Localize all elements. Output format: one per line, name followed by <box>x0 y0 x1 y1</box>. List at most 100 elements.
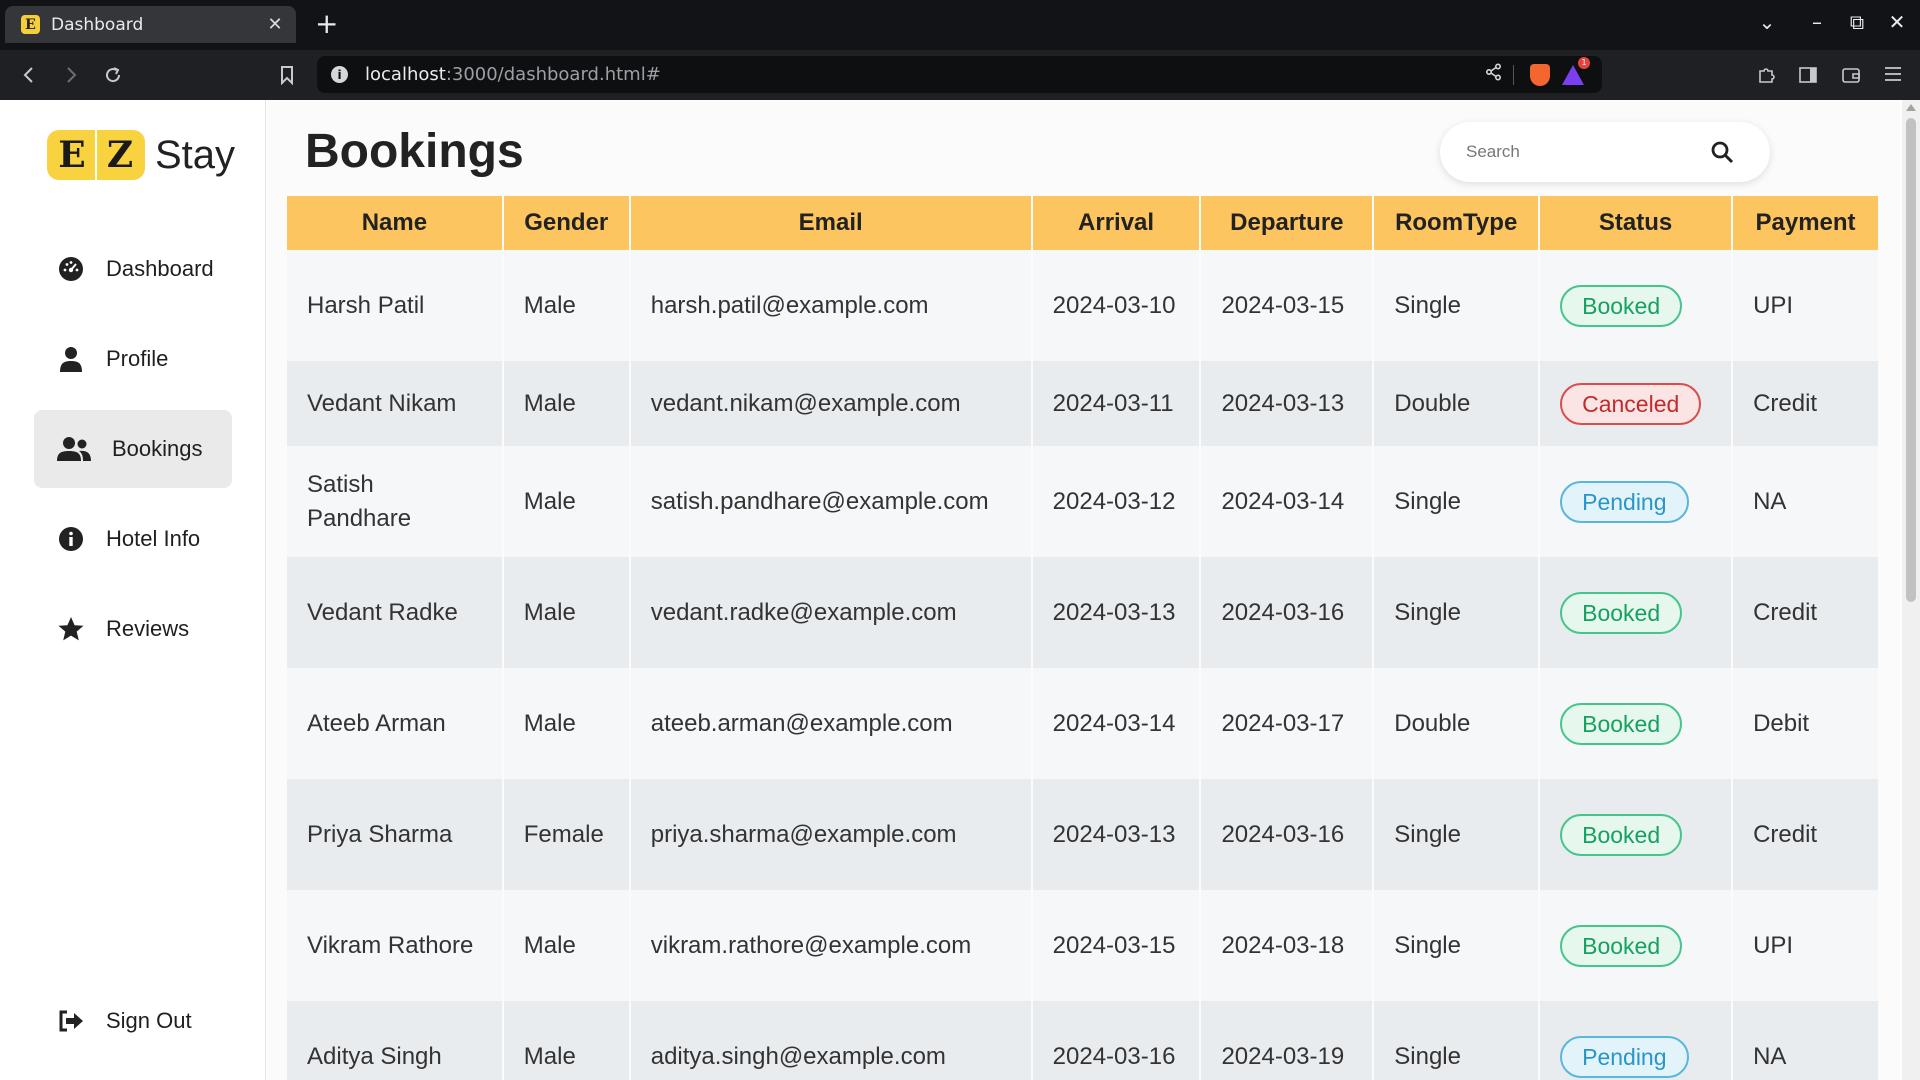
wallet-icon[interactable] <box>1838 65 1864 90</box>
menu-icon[interactable] <box>1880 65 1906 87</box>
cell-gender: Male <box>502 668 631 779</box>
browser-tab[interactable]: E Dashboard ✕ <box>5 6 296 43</box>
bookings-table: Name Gender Email Arrival Departure Room… <box>287 196 1880 1080</box>
table-row[interactable]: Aditya Singh Male aditya.singh@example.com… <box>287 1001 1880 1080</box>
minimize-icon[interactable]: – <box>1802 10 1832 34</box>
cell-payment: Debit <box>1732 668 1880 779</box>
sidebar-item-label: Hotel Info <box>106 526 201 551</box>
cell-name: Vikram Rathore <box>287 890 504 1001</box>
logo[interactable]: E Z Stay <box>47 130 235 180</box>
sidebar-item-hotel-info[interactable]: Hotel Info <box>34 500 232 578</box>
share-icon[interactable] <box>1479 63 1509 86</box>
tab-title: Dashboard <box>51 14 144 35</box>
cell-roomtype: Single <box>1373 446 1541 557</box>
sidebar-item-profile[interactable]: Profile <box>34 320 232 398</box>
cell-name: Priya Sharma <box>287 779 504 890</box>
page-scrollbar[interactable] <box>1902 100 1920 1080</box>
table-row[interactable]: Satish Pandhare Male satish.pandhare@examp… <box>287 446 1880 557</box>
logo-badge: E Z <box>47 130 145 180</box>
cell-gender: Female <box>502 779 631 890</box>
close-window-icon[interactable]: ✕ <box>1882 10 1912 34</box>
tab-favicon: E <box>21 15 40 34</box>
sign-out-label: Sign Out <box>106 1008 192 1033</box>
scroll-up-icon[interactable] <box>1906 104 1916 111</box>
cell-payment: Credit <box>1732 779 1880 890</box>
column-header-payment[interactable]: Payment <box>1732 196 1880 250</box>
url-text[interactable]: localhost:3000/dashboard.html# <box>365 64 661 85</box>
cell-email: aditya.singh@example.com <box>629 1001 1033 1080</box>
cell-roomtype: Single <box>1373 779 1541 890</box>
column-header-status[interactable]: Status <box>1539 196 1734 250</box>
status-badge: Pending <box>1560 1035 1689 1078</box>
back-icon[interactable] <box>14 60 44 90</box>
cell-status: Booked <box>1539 779 1734 890</box>
scrollbar-thumb[interactable] <box>1906 118 1916 602</box>
cell-gender: Male <box>502 890 631 1001</box>
table-row[interactable]: Priya Sharma Female priya.sharma@example.c… <box>287 779 1880 890</box>
cell-roomtype: Single <box>1373 1001 1541 1080</box>
gauge-icon <box>56 254 86 284</box>
brave-rewards-icon[interactable]: 1 <box>1562 56 1590 85</box>
table-row[interactable]: Harsh Patil Male harsh.patil@example.com 20… <box>287 250 1880 361</box>
cell-arrival: 2024-03-11 <box>1031 361 1202 446</box>
sidebar-item-dashboard[interactable]: Dashboard <box>34 230 232 308</box>
column-header-departure[interactable]: Departure <box>1200 196 1375 250</box>
search-icon[interactable] <box>1710 140 1734 164</box>
cell-gender: Male <box>502 361 631 446</box>
column-header-name[interactable]: Name <box>287 196 504 250</box>
column-header-arrival[interactable]: Arrival <box>1031 196 1202 250</box>
tab-close-icon[interactable]: ✕ <box>262 14 288 35</box>
cell-email: harsh.patil@example.com <box>629 250 1033 361</box>
sidebar-item-reviews[interactable]: Reviews <box>34 590 232 668</box>
sign-out-icon <box>56 1006 86 1036</box>
cell-payment: Credit <box>1732 361 1880 446</box>
rewards-badge: 1 <box>1578 56 1590 69</box>
sidebar-item-label: Profile <box>106 346 169 371</box>
cell-payment: Credit <box>1732 557 1880 668</box>
cell-departure: 2024-03-16 <box>1200 557 1375 668</box>
cell-status: Pending <box>1539 446 1734 557</box>
main-content: Bookings Name Gender Email Arrival Depar… <box>267 100 1900 1080</box>
new-tab-icon[interactable]: + <box>315 9 338 39</box>
forward-icon[interactable] <box>56 60 86 90</box>
column-header-email[interactable]: Email <box>629 196 1033 250</box>
extensions-icon[interactable] <box>1753 65 1779 90</box>
cell-arrival: 2024-03-10 <box>1031 250 1202 361</box>
cell-status: Canceled <box>1539 361 1734 446</box>
table-row[interactable]: Vedant Radke Male vedant.radke@example.com… <box>287 557 1880 668</box>
users-icon <box>56 434 92 464</box>
sidebar-toggle-icon[interactable] <box>1795 65 1821 90</box>
address-bar[interactable]: i localhost:3000/dashboard.html# 1 <box>317 56 1602 93</box>
table-row[interactable]: Vikram Rathore Male vikram.rathore@example… <box>287 890 1880 1001</box>
status-badge: Booked <box>1560 924 1683 967</box>
cell-arrival: 2024-03-15 <box>1031 890 1202 1001</box>
site-info-icon[interactable]: i <box>331 66 348 83</box>
cell-status: Booked <box>1539 557 1734 668</box>
cell-arrival: 2024-03-12 <box>1031 446 1202 557</box>
reload-icon[interactable] <box>98 60 128 90</box>
restore-icon[interactable]: ⧉ <box>1842 10 1872 34</box>
status-badge: Booked <box>1560 284 1683 327</box>
bookmark-icon[interactable] <box>272 60 302 90</box>
sidebar-item-label: Bookings <box>112 436 203 461</box>
sidebar-item-bookings[interactable]: Bookings <box>34 410 232 488</box>
page: E Z Stay Dashboard Profile Bookings Hote… <box>0 100 1920 1080</box>
cell-departure: 2024-03-14 <box>1200 446 1375 557</box>
search-input[interactable] <box>1466 142 1706 162</box>
table-row[interactable]: Ateeb Arman Male ateeb.arman@example.com 20… <box>287 668 1880 779</box>
sign-out-button[interactable]: Sign Out <box>34 982 232 1060</box>
cell-arrival: 2024-03-13 <box>1031 779 1202 890</box>
table-row[interactable]: Vedant Nikam Male vedant.nikam@example.com… <box>287 361 1880 446</box>
cell-arrival: 2024-03-16 <box>1031 1001 1202 1080</box>
tab-search-chevron-icon[interactable]: ⌄ <box>1752 10 1782 34</box>
user-icon <box>56 344 86 374</box>
column-header-roomtype[interactable]: RoomType <box>1373 196 1541 250</box>
search-box[interactable] <box>1440 122 1770 182</box>
cell-email: vedant.nikam@example.com <box>629 361 1033 446</box>
brave-shields-icon[interactable] <box>1530 63 1550 86</box>
cell-name: Satish Pandhare <box>287 446 504 557</box>
table-header-row: Name Gender Email Arrival Departure Room… <box>287 196 1880 250</box>
column-header-gender[interactable]: Gender <box>502 196 631 250</box>
cell-payment: UPI <box>1732 250 1880 361</box>
info-icon <box>56 524 86 554</box>
